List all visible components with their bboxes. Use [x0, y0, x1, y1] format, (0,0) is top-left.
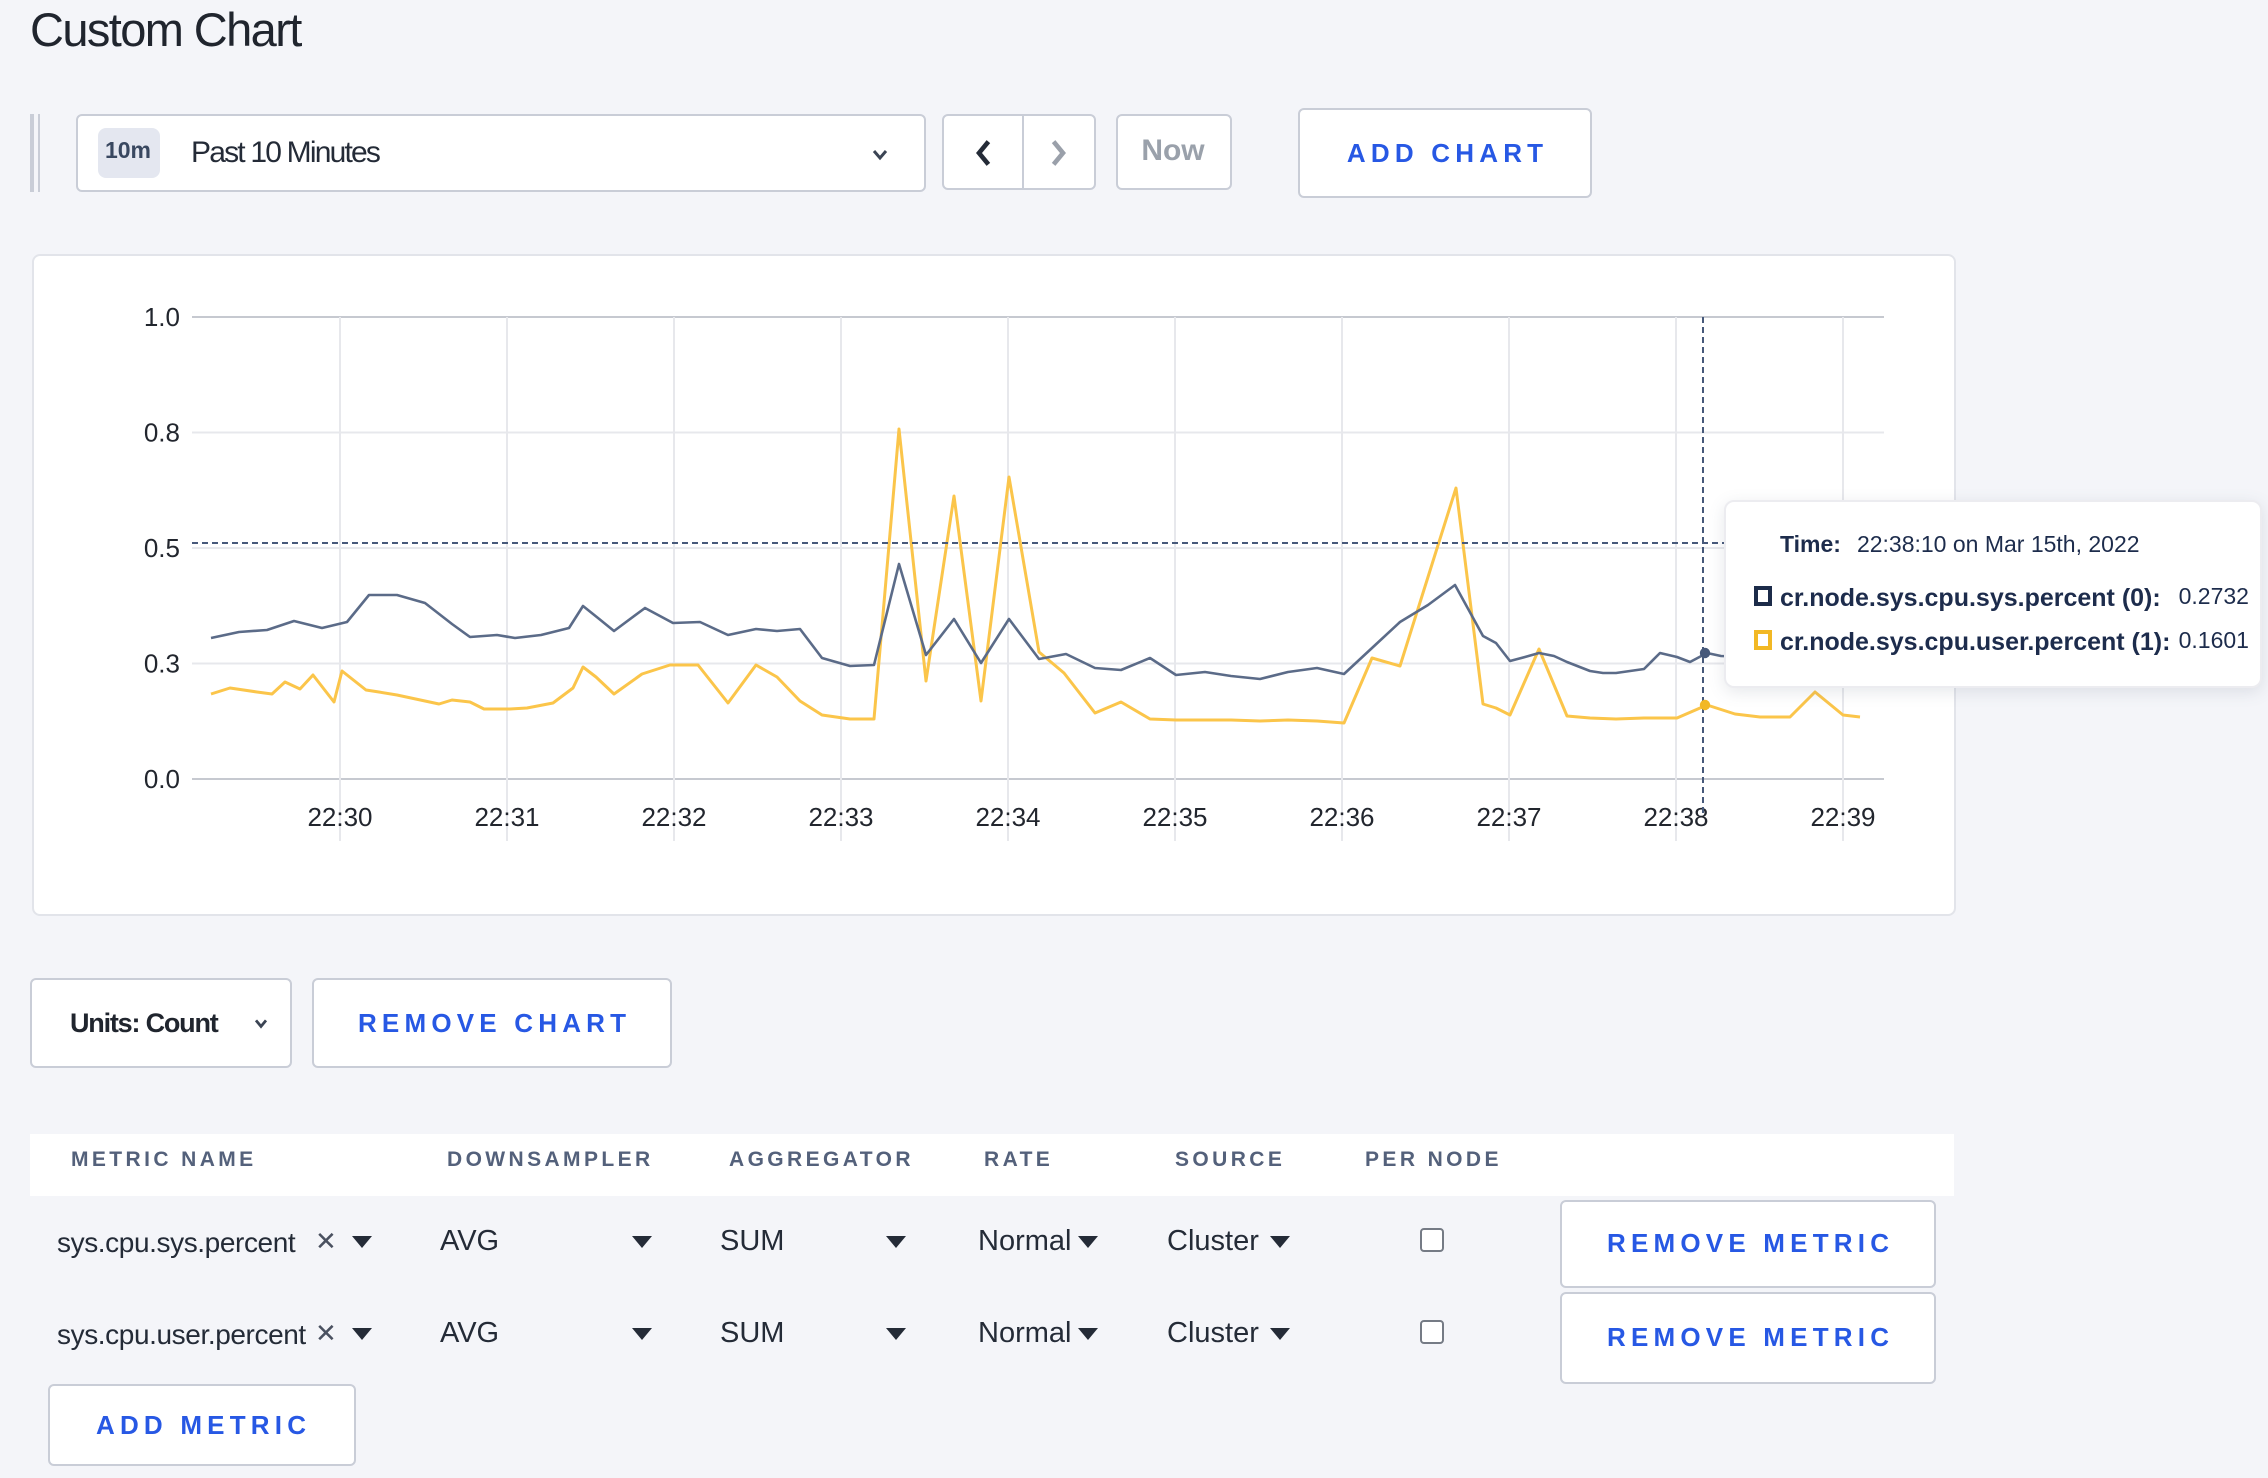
svg-text:22:37: 22:37 — [1476, 801, 1541, 831]
svg-text:0.8: 0.8 — [144, 417, 180, 447]
svg-text:22:31: 22:31 — [474, 801, 539, 831]
svg-text:22:38: 22:38 — [1643, 801, 1708, 831]
svg-text:22:32: 22:32 — [641, 801, 706, 831]
svg-text:0.0: 0.0 — [144, 763, 180, 793]
svg-text:0.5: 0.5 — [144, 532, 180, 562]
svg-text:22:33: 22:33 — [808, 801, 873, 831]
svg-text:22:34: 22:34 — [975, 801, 1040, 831]
svg-text:22:30: 22:30 — [307, 801, 372, 831]
svg-text:22:35: 22:35 — [1142, 801, 1207, 831]
svg-text:22:39: 22:39 — [1810, 801, 1875, 831]
svg-text:0.3: 0.3 — [144, 648, 180, 678]
svg-text:1.0: 1.0 — [144, 301, 180, 331]
svg-text:22:36: 22:36 — [1309, 801, 1374, 831]
